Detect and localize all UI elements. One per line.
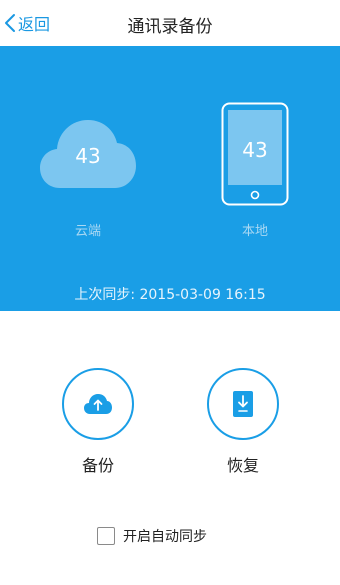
backup-label: 备份 [81, 456, 114, 475]
local-contact-count: 43 [242, 138, 268, 162]
cloud-count-display: 43 [38, 116, 138, 192]
local-label: 本地 [241, 224, 268, 239]
auto-sync-checkbox[interactable] [97, 527, 115, 545]
local-count-display: 43 [221, 102, 289, 206]
restore-label: 恢复 [226, 456, 259, 475]
nav-bar: 返回 通讯录备份 [0, 0, 340, 46]
page-title: 通讯录备份 [127, 17, 213, 37]
auto-sync-label: 开启自动同步 [123, 529, 207, 545]
tablet-download-icon [233, 391, 253, 417]
restore-button[interactable] [207, 368, 279, 440]
cloud-label: 云端 [74, 224, 101, 239]
auto-sync-toggle[interactable]: 开启自动同步 [97, 526, 207, 546]
contacts-backup-screen: 返回 通讯录备份 43 云端 43 本地 上次同步: 2015-03-09 16… [0, 0, 340, 585]
backup-button[interactable] [62, 368, 134, 440]
last-sync-text: 上次同步: 2015-03-09 16:15 [74, 287, 266, 303]
cloud-contact-count: 43 [75, 144, 101, 168]
sync-status-panel: 43 云端 43 本地 上次同步: 2015-03-09 16:15 [0, 46, 340, 311]
cloud-upload-icon [84, 394, 112, 414]
